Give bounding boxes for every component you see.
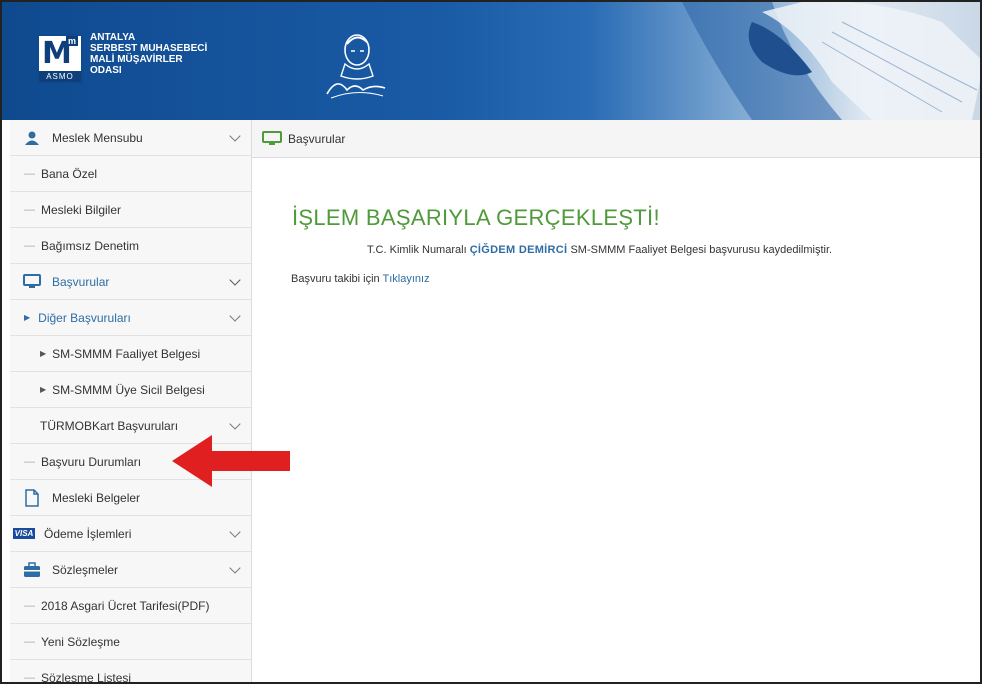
document-icon bbox=[22, 488, 42, 507]
sidebar-item-label: Yeni Sözleşme bbox=[41, 634, 120, 649]
dash-icon: — bbox=[24, 167, 35, 180]
sidebar-item-basvurular[interactable]: Başvurular bbox=[10, 264, 251, 300]
sidebar-item-label: SM-SMMM Üye Sicil Belgesi bbox=[52, 382, 205, 397]
sidebar-item-sozlesme-listesi[interactable]: — Sözleşme Listesi bbox=[10, 660, 251, 684]
tracking-line: Başvuru takibi için Tıklayınız bbox=[291, 273, 430, 285]
sidebar-item-label: Bağımsız Denetim bbox=[41, 238, 140, 253]
monitor-icon bbox=[22, 273, 42, 291]
caret-right-icon: ▶ bbox=[24, 313, 31, 322]
dash-icon: — bbox=[24, 239, 35, 252]
sidebar-item-diger-basvurulari[interactable]: ▶ Diğer Başvuruları bbox=[10, 300, 251, 336]
sidebar-item-meslek-mensubu[interactable]: Meslek Mensubu bbox=[10, 120, 251, 156]
person-name: ÇİĞDEM DEMİRCİ bbox=[469, 244, 568, 256]
tracking-link[interactable]: Tıklayınız bbox=[383, 273, 430, 285]
sidebar-item-bagimsiz-denetim[interactable]: — Bağımsız Denetim bbox=[10, 228, 251, 264]
dash-icon: — bbox=[24, 203, 35, 216]
chevron-down-icon bbox=[229, 526, 241, 538]
chevron-down-icon bbox=[229, 562, 241, 574]
header-hand-photo bbox=[682, 2, 980, 120]
dash-icon: — bbox=[24, 635, 35, 648]
chevron-down-icon bbox=[229, 310, 241, 322]
org-name-line: ANTALYA bbox=[90, 32, 136, 43]
info-prefix: T.C. Kimlik Numaralı bbox=[367, 244, 467, 256]
info-suffix: SM-SMMM Faaliyet Belgesi başvurusu kayde… bbox=[570, 244, 833, 256]
caret-right-icon: ▶ bbox=[40, 385, 47, 394]
header-banner: M m ASMO ANTALYA SERBEST MUHASEBECİ MALİ… bbox=[2, 2, 980, 120]
sidebar-item-label: Mesleki Belgeler bbox=[52, 490, 141, 505]
org-name-line: SERBEST MUHASEBECİ bbox=[90, 43, 208, 54]
organization-name: ANTALYA SERBEST MUHASEBECİ MALİ MÜŞAVİRL… bbox=[90, 32, 207, 76]
sidebar-item-label: Ödeme İşlemleri bbox=[44, 526, 132, 541]
sidebar-item-label: Sözleşme Listesi bbox=[41, 670, 132, 684]
logo-abbreviation: ASMO bbox=[39, 71, 81, 82]
sidebar-item-label: Meslek Mensubu bbox=[52, 130, 143, 145]
user-icon bbox=[22, 129, 42, 147]
caret-right-icon: ▶ bbox=[40, 349, 47, 358]
application-info: T.C. Kimlik Numaralı ÇİĞDEM DEMİRCİ SM-S… bbox=[367, 244, 832, 256]
logo-superscript: m bbox=[66, 36, 79, 46]
dash-icon: — bbox=[24, 455, 35, 468]
asmo-logo[interactable]: M m ASMO bbox=[37, 34, 83, 84]
page-title: Başvurular bbox=[288, 131, 346, 146]
visa-icon: VISA bbox=[12, 525, 36, 543]
sidebar-item-bana-ozel[interactable]: — Bana Özel bbox=[10, 156, 251, 192]
red-arrow-annotation bbox=[172, 435, 290, 487]
sidebar-item-asgari-ucret[interactable]: — 2018 Asgari Ücret Tarifesi(PDF) bbox=[10, 588, 251, 624]
sidebar-item-label: 2018 Asgari Ücret Tarifesi(PDF) bbox=[41, 598, 210, 613]
dash-icon: — bbox=[24, 599, 35, 612]
org-name-line: ODASI bbox=[90, 65, 122, 76]
sidebar-item-label: TÜRMOBKart Başvuruları bbox=[40, 418, 179, 433]
tracking-prefix: Başvuru takibi için bbox=[291, 273, 380, 285]
sidebar-item-label: Bana Özel bbox=[41, 166, 98, 181]
sidebar-item-uye-sicil-belgesi[interactable]: ▶ SM-SMMM Üye Sicil Belgesi bbox=[10, 372, 251, 408]
sidebar-item-label: Başvurular bbox=[52, 274, 110, 289]
sidebar-item-odeme-islemleri[interactable]: VISA Ödeme İşlemleri bbox=[10, 516, 251, 552]
sidebar-item-label: Sözleşmeler bbox=[52, 562, 119, 577]
chevron-down-icon bbox=[229, 274, 241, 286]
app-window: M m ASMO ANTALYA SERBEST MUHASEBECİ MALİ… bbox=[0, 0, 982, 684]
sidebar-item-faaliyet-belgesi[interactable]: ▶ SM-SMMM Faaliyet Belgesi bbox=[10, 336, 251, 372]
sidebar-item-label: Mesleki Bilgiler bbox=[41, 202, 122, 217]
content-topbar: Başvurular bbox=[252, 120, 980, 158]
sidebar-item-label: SM-SMMM Faaliyet Belgesi bbox=[52, 346, 201, 361]
sidebar-item-yeni-sozlesme[interactable]: — Yeni Sözleşme bbox=[10, 624, 251, 660]
org-name-line: MALİ MÜŞAVİRLER bbox=[90, 54, 183, 65]
briefcase-icon bbox=[22, 561, 42, 579]
sidebar-item-label: Diğer Başvuruları bbox=[38, 310, 131, 325]
success-message: İŞLEM BAŞARIYLA GERÇEKLEŞTİ! bbox=[292, 205, 660, 230]
sidebar: Meslek Mensubu — Bana Özel — Mesleki Bil… bbox=[10, 120, 252, 684]
visa-icon-text: VISA bbox=[12, 528, 36, 539]
chevron-down-icon bbox=[229, 418, 241, 430]
ataturk-signature-emblem bbox=[326, 34, 386, 99]
chevron-down-icon bbox=[229, 130, 241, 142]
dash-icon: — bbox=[24, 671, 35, 684]
sidebar-item-mesleki-bilgiler[interactable]: — Mesleki Bilgiler bbox=[10, 192, 251, 228]
sidebar-item-label: Başvuru Durumları bbox=[41, 454, 142, 469]
sidebar-item-sozlesmeler[interactable]: Sözleşmeler bbox=[10, 552, 251, 588]
monitor-icon bbox=[262, 130, 282, 148]
